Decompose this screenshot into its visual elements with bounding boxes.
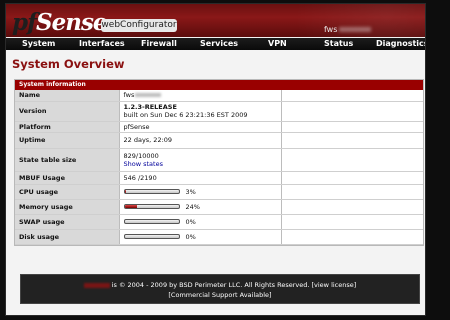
row-value: 829/10000 Show states bbox=[119, 148, 282, 172]
row-extra bbox=[281, 121, 423, 133]
row-extra bbox=[281, 184, 423, 200]
logo-pf-text: pf bbox=[12, 9, 37, 36]
table-row-cpu: CPU usage 3% bbox=[15, 184, 423, 200]
cpu-percent: 3% bbox=[185, 187, 196, 196]
row-value: fws bbox=[119, 90, 282, 102]
nav-status[interactable]: Status bbox=[324, 39, 353, 48]
main-nav: System Interfaces Firewall Services VPN … bbox=[6, 38, 425, 50]
row-extra bbox=[281, 229, 423, 245]
row-extra bbox=[281, 148, 423, 172]
row-label: SWAP usage bbox=[15, 214, 120, 230]
row-label: Uptime bbox=[15, 132, 120, 149]
disk-percent: 0% bbox=[185, 232, 196, 241]
browser-frame: pfSense webConfigurator fws System Inter… bbox=[5, 3, 426, 316]
nav-firewall[interactable]: Firewall bbox=[141, 39, 177, 48]
row-extra bbox=[281, 171, 423, 185]
name-value: fws bbox=[123, 91, 135, 100]
row-label: CPU usage bbox=[15, 184, 120, 200]
pfsense-logo[interactable]: pfSense bbox=[12, 9, 108, 36]
memory-usage-bar bbox=[123, 204, 180, 209]
row-extra bbox=[281, 90, 423, 102]
row-label: State table size bbox=[15, 148, 120, 172]
page-title: System Overview bbox=[12, 57, 125, 71]
table-row-platform: Platform pfSense bbox=[15, 121, 423, 133]
redacted-brand bbox=[83, 282, 110, 288]
redacted-name bbox=[135, 93, 162, 98]
nav-system[interactable]: System bbox=[22, 39, 55, 48]
row-value: 22 days, 22:09 bbox=[119, 132, 282, 149]
cpu-usage-bar bbox=[123, 189, 180, 194]
bar-fill bbox=[124, 205, 138, 208]
footer: is © 2004 - 2009 by BSD Perimeter LLC. A… bbox=[20, 274, 420, 304]
memory-percent: 24% bbox=[185, 202, 200, 211]
nav-vpn[interactable]: VPN bbox=[268, 39, 287, 48]
swap-usage-bar bbox=[123, 219, 180, 224]
hostname-label: fws bbox=[324, 25, 371, 34]
show-states-link[interactable]: Show states bbox=[124, 160, 163, 168]
panel-title: System information bbox=[15, 80, 423, 90]
bar-fill bbox=[124, 190, 127, 193]
table-row-uptime: Uptime 22 days, 22:09 bbox=[15, 132, 423, 149]
row-value: 0% bbox=[119, 229, 282, 245]
row-label: Disk usage bbox=[15, 229, 120, 245]
footer-copyright: is © 2004 - 2009 by BSD Perimeter LLC. A… bbox=[111, 281, 357, 289]
webconfigurator-badge: webConfigurator bbox=[101, 19, 177, 32]
row-value: 1.2.3-RELEASE built on Sun Dec 6 23:21:36… bbox=[119, 101, 282, 122]
row-value: 24% bbox=[119, 199, 282, 215]
system-info-panel: System information Name fws Version 1.2.… bbox=[14, 79, 424, 246]
state-value: 829/10000 bbox=[123, 151, 159, 160]
row-extra bbox=[281, 214, 423, 230]
row-label: Version bbox=[15, 101, 120, 122]
system-info-table: Name fws Version 1.2.3-RELEASE built on S… bbox=[15, 90, 423, 245]
row-extra bbox=[281, 101, 423, 122]
table-row-disk: Disk usage 0% bbox=[15, 229, 423, 245]
row-value: 546 /2190 bbox=[119, 171, 282, 185]
table-row-mbuf: MBUF Usage 546 /2190 bbox=[15, 171, 423, 185]
app-header: pfSense webConfigurator fws bbox=[6, 4, 425, 37]
table-row-state: State table size 829/10000 Show states bbox=[15, 148, 423, 172]
version-value: 1.2.3-RELEASE bbox=[123, 103, 177, 111]
row-label: Name bbox=[15, 90, 120, 102]
table-row-version: Version 1.2.3-RELEASE built on Sun Dec 6 … bbox=[15, 101, 423, 122]
row-extra bbox=[281, 199, 423, 215]
commercial-support-link[interactable]: [Commercial Support Available] bbox=[168, 291, 271, 299]
row-label: MBUF Usage bbox=[15, 171, 120, 185]
swap-percent: 0% bbox=[185, 217, 196, 226]
row-label: Platform bbox=[15, 121, 120, 133]
row-value: 0% bbox=[119, 214, 282, 230]
logo-sense-text: Sense bbox=[35, 9, 108, 36]
build-date: built on Sun Dec 6 23:21:36 EST 2009 bbox=[123, 111, 248, 119]
table-row-swap: SWAP usage 0% bbox=[15, 214, 423, 230]
table-row-memory: Memory usage 24% bbox=[15, 199, 423, 215]
nav-services[interactable]: Services bbox=[200, 39, 238, 48]
disk-usage-bar bbox=[123, 234, 180, 239]
table-row-name: Name fws bbox=[15, 90, 423, 102]
row-label: Memory usage bbox=[15, 199, 120, 215]
row-extra bbox=[281, 132, 423, 149]
nav-interfaces[interactable]: Interfaces bbox=[79, 39, 125, 48]
row-value: pfSense bbox=[119, 121, 282, 133]
nav-diagnostics[interactable]: Diagnostics bbox=[376, 39, 425, 48]
row-value: 3% bbox=[119, 184, 282, 200]
